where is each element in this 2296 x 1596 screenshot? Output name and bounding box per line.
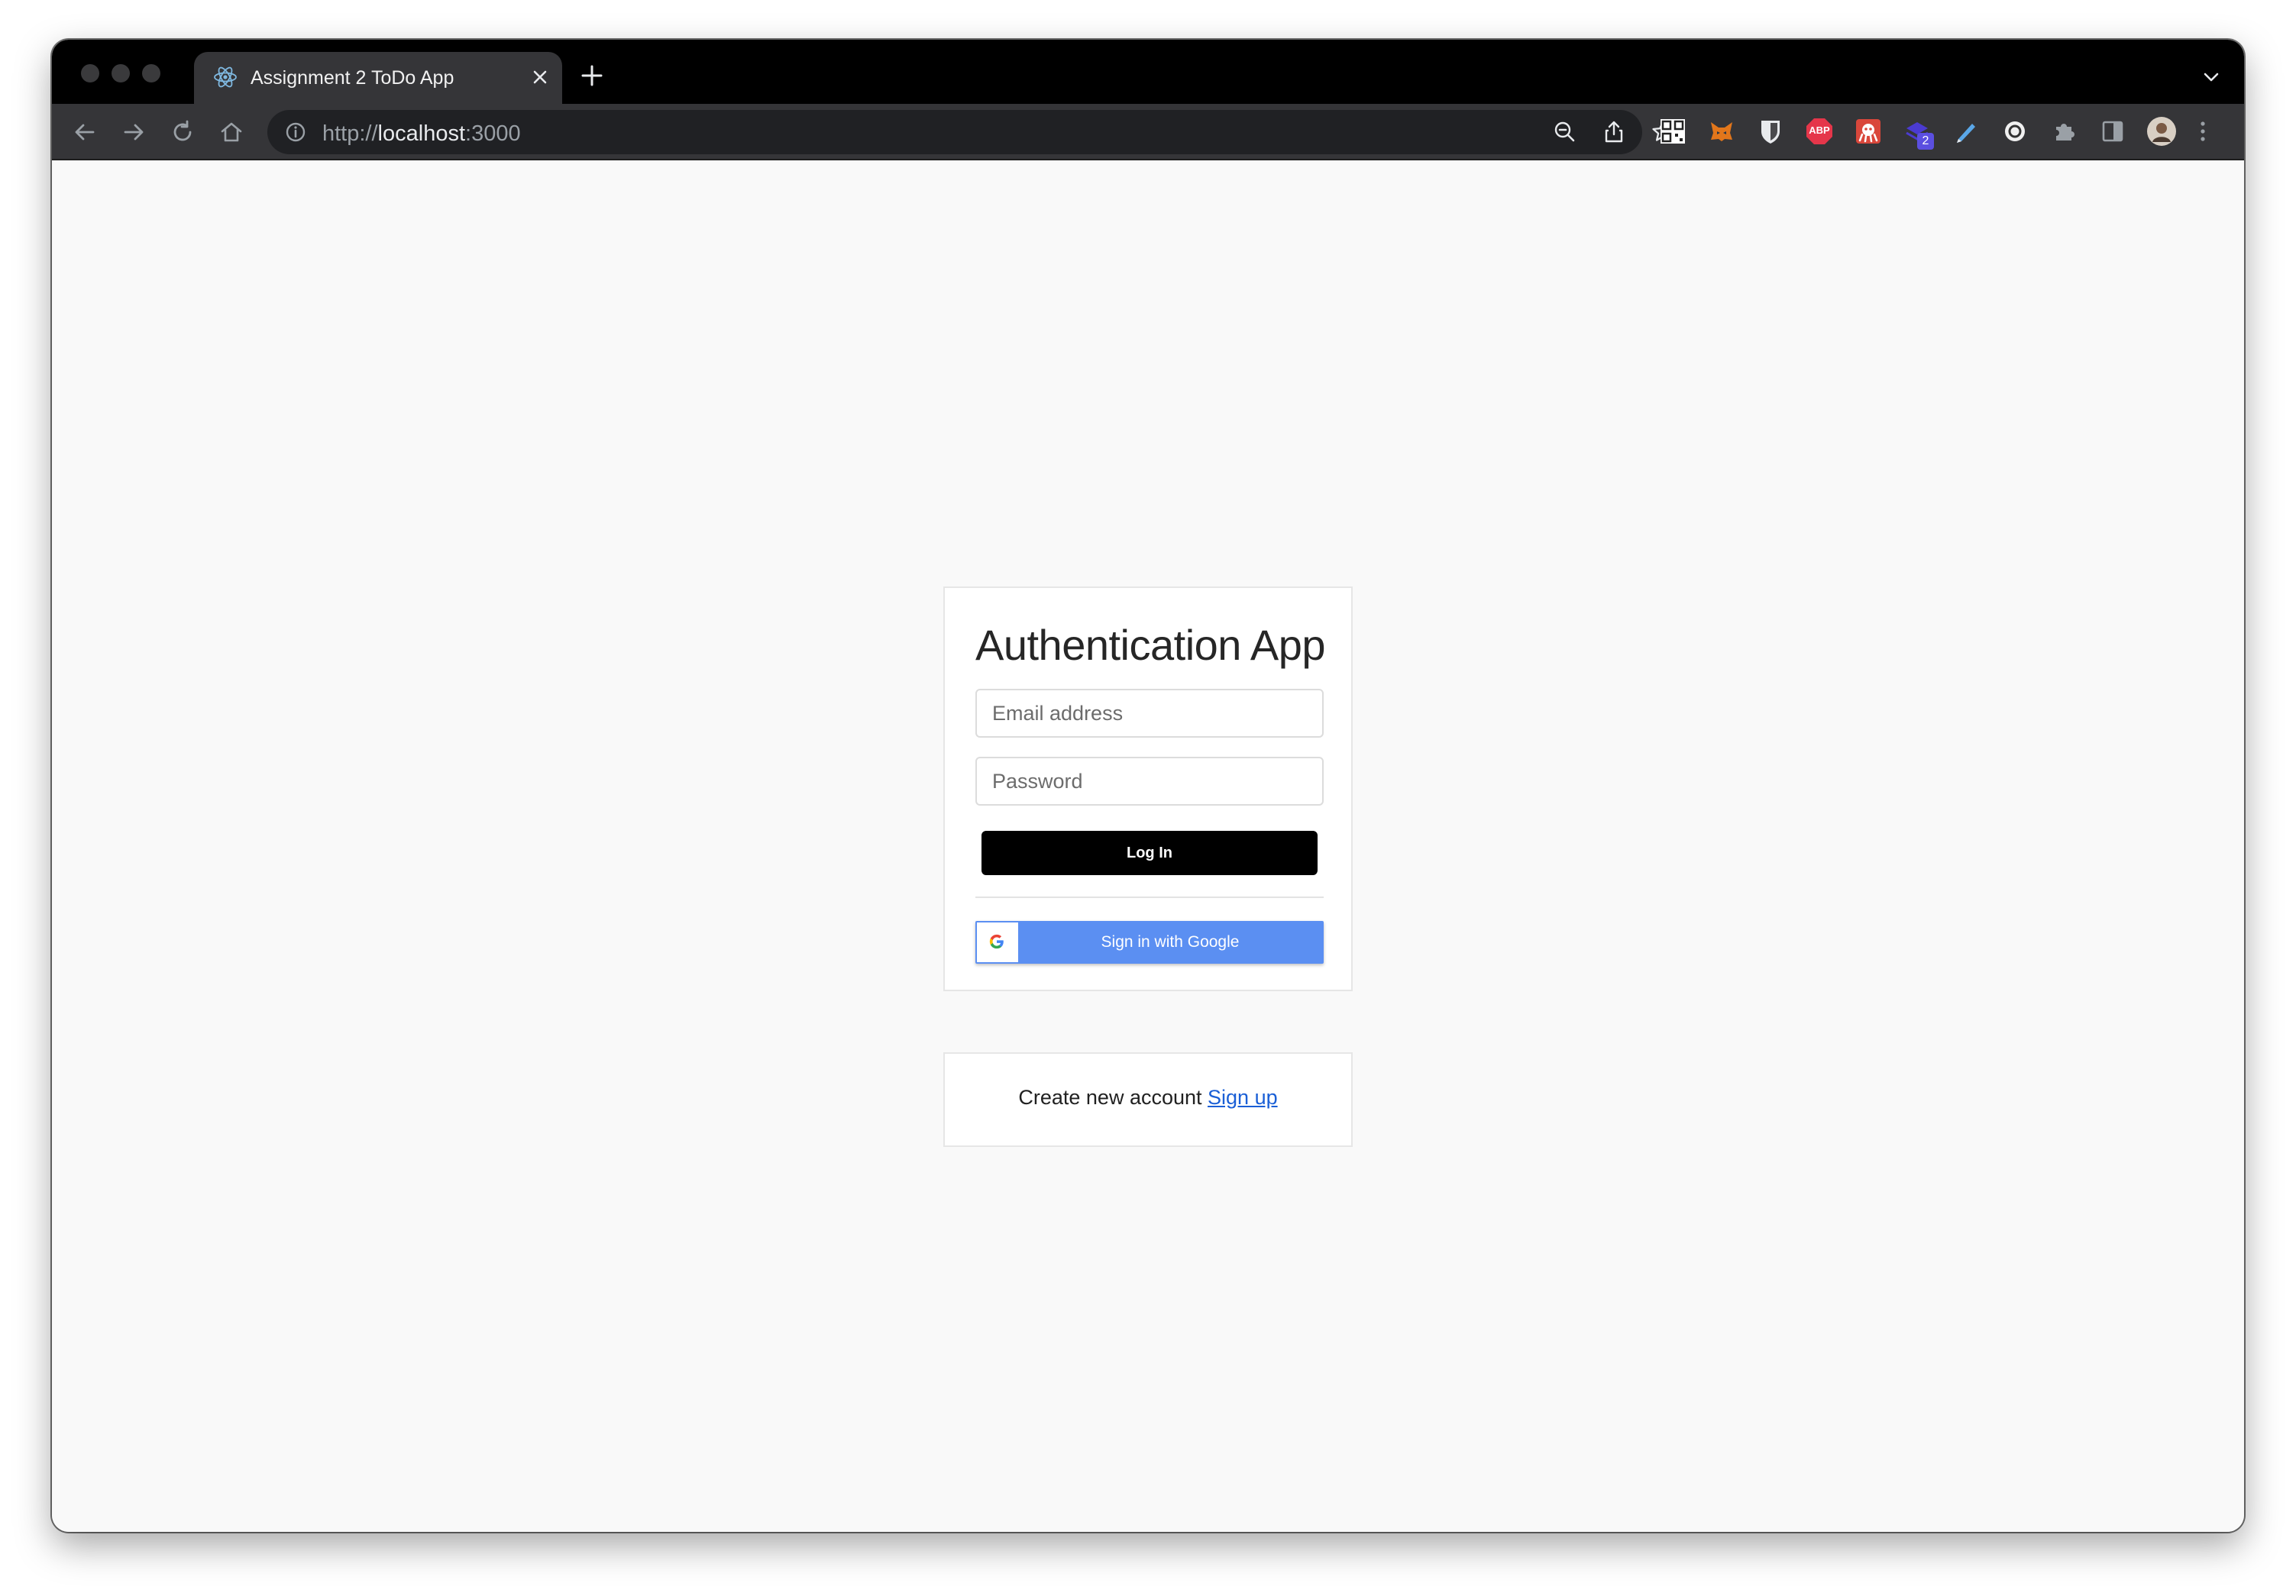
chevron-down-icon[interactable] xyxy=(2201,67,2221,87)
tab-active[interactable]: Assignment 2 ToDo App xyxy=(194,52,562,105)
home-icon[interactable] xyxy=(217,118,246,147)
qr-code-extension-icon[interactable] xyxy=(1657,116,1688,147)
window-close-dot[interactable] xyxy=(81,64,99,82)
octopus-extension-icon[interactable] xyxy=(1853,116,1884,147)
divider xyxy=(975,897,1324,898)
window-minimize-dot[interactable] xyxy=(112,64,130,82)
login-card: Authentication App Log In Sign in with G… xyxy=(943,586,1353,991)
extension-badge: 2 xyxy=(1917,133,1934,150)
share-icon[interactable] xyxy=(1599,118,1628,147)
metamask-fox-icon[interactable] xyxy=(1706,116,1737,147)
login-button[interactable]: Log In xyxy=(981,831,1318,875)
new-tab-plus-icon[interactable] xyxy=(579,63,605,89)
kebab-menu-icon[interactable] xyxy=(2188,116,2218,147)
signup-card: Create new account Sign up xyxy=(943,1052,1353,1147)
back-arrow-icon[interactable] xyxy=(70,118,99,147)
adblock-plus-icon[interactable]: ABP xyxy=(1804,116,1835,147)
address-bar[interactable]: http://localhost:3000 xyxy=(267,110,1673,154)
puzzle-extensions-icon[interactable] xyxy=(2049,116,2079,147)
browser-window: Assignment 2 ToDo App http://localhost:3… xyxy=(52,40,2244,1532)
email-input[interactable] xyxy=(975,689,1324,738)
zoom-out-icon[interactable] xyxy=(1551,118,1580,147)
google-signin-button[interactable]: Sign in with Google xyxy=(975,921,1324,964)
forward-arrow-icon[interactable] xyxy=(119,118,148,147)
react-icon xyxy=(214,66,237,88)
tab-title: Assignment 2 ToDo App xyxy=(251,67,454,89)
abp-label: ABP xyxy=(1809,124,1830,136)
password-input[interactable] xyxy=(975,757,1324,806)
tab-strip: Assignment 2 ToDo App xyxy=(52,40,2244,105)
circle-extension-icon[interactable] xyxy=(2000,116,2030,147)
url-text[interactable]: http://localhost:3000 xyxy=(322,121,521,147)
signup-line: Create new account Sign up xyxy=(945,1086,1351,1110)
profile-avatar-icon[interactable] xyxy=(2146,116,2177,147)
stack-extension-icon[interactable]: 2 xyxy=(1902,116,1934,150)
page-title: Authentication App xyxy=(975,621,1326,669)
browser-toolbar: http://localhost:3000 ABP 2 xyxy=(52,104,2244,160)
side-panel-icon[interactable] xyxy=(2097,116,2128,147)
close-icon[interactable] xyxy=(529,66,551,89)
signup-prompt: Create new account xyxy=(1018,1086,1202,1109)
reload-icon[interactable] xyxy=(168,118,197,147)
pen-extension-icon[interactable] xyxy=(1951,116,1981,147)
google-signin-label: Sign in with Google xyxy=(1101,933,1240,951)
google-logo-icon xyxy=(989,934,1004,949)
page-content: Authentication App Log In Sign in with G… xyxy=(52,160,2244,1532)
info-icon[interactable] xyxy=(281,118,310,147)
window-maximize-dot[interactable] xyxy=(142,64,160,82)
google-logo-box xyxy=(977,922,1018,962)
bitwarden-shield-icon[interactable] xyxy=(1755,116,1786,147)
signup-link[interactable]: Sign up xyxy=(1208,1086,1278,1109)
